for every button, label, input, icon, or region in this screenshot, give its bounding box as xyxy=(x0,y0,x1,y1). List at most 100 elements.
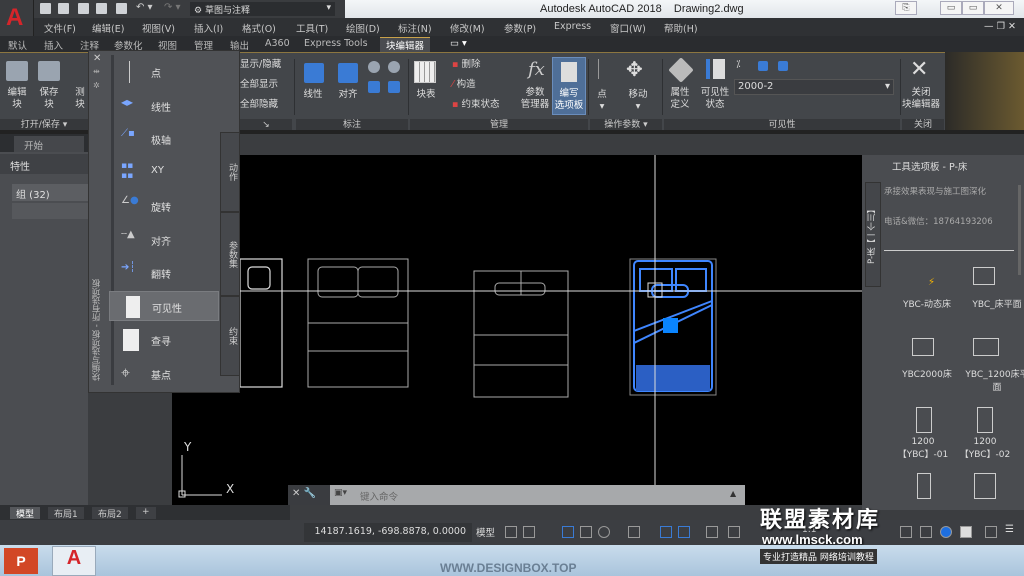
tab-layout2[interactable]: 布局2 xyxy=(92,507,128,520)
tool-1200-ybc-01[interactable]: 1200 【YBC】-01 xyxy=(888,437,958,460)
tab-layout1[interactable]: 布局1 xyxy=(48,507,84,520)
menu-edit[interactable]: 编辑(E) xyxy=(92,21,124,35)
clean-screen-icon[interactable] xyxy=(960,526,972,538)
visibility-mode-icon[interactable]: ⁒ xyxy=(736,59,741,70)
linear-button[interactable]: 线性 xyxy=(298,89,328,101)
command-line[interactable]: ▣▾ 键入命令 ▲ xyxy=(330,485,745,505)
menu-draw[interactable]: 绘图(D) xyxy=(346,21,380,35)
object-snap-tracking-icon[interactable] xyxy=(660,526,672,538)
object-snap-icon[interactable] xyxy=(678,526,690,538)
model-space-button[interactable]: 模型 xyxy=(476,525,495,539)
document-window-controls[interactable]: — ❐ ✕ xyxy=(984,21,1016,32)
lineweight-icon[interactable] xyxy=(706,526,718,538)
convert-icon[interactable] xyxy=(388,81,400,93)
command-input-placeholder[interactable]: 键入命令 xyxy=(360,489,398,503)
powerpoint-taskbar-icon[interactable]: P xyxy=(4,548,38,574)
tab-insert[interactable]: 插入 xyxy=(44,38,63,52)
constraint-status-button[interactable]: ▪ 约束状态 xyxy=(452,99,500,111)
block-table-button[interactable]: 块表 xyxy=(412,89,440,101)
print-icon[interactable] xyxy=(116,3,127,14)
maximize-button[interactable]: ▭ xyxy=(962,1,984,15)
visibility-states-button[interactable]: 可见性 状态 xyxy=(698,87,732,111)
tool-ybc-dynamic-bed[interactable]: YBC-动态床 xyxy=(892,297,962,310)
tool-ybc-1200-bed-plan[interactable]: YBC_1200床平面 xyxy=(962,367,1024,393)
menu-help[interactable]: 帮助(H) xyxy=(664,21,698,35)
palette-item-linear[interactable]: ◂▸ 线性 xyxy=(109,91,219,121)
diameter-icon[interactable] xyxy=(388,61,400,73)
palette-tab-constraints[interactable]: 约束 xyxy=(220,296,240,376)
tab-default[interactable]: 默认 xyxy=(8,38,27,52)
palette-item-visibility[interactable]: 可见性 xyxy=(109,291,219,321)
authoring-palettes-button[interactable]: 编写 选项板 xyxy=(552,57,586,115)
open-icon[interactable] xyxy=(58,3,69,14)
show-hide-button[interactable]: 显示/隐藏 xyxy=(240,59,281,71)
hardware-acceleration-icon[interactable] xyxy=(940,526,952,538)
tool-palette-scrollbar[interactable] xyxy=(1018,185,1021,275)
lock-ui-icon[interactable] xyxy=(900,526,912,538)
construction-button[interactable]: ⁄ 构造 xyxy=(452,79,476,91)
menu-file[interactable]: 文件(F) xyxy=(44,21,76,35)
test-block-button[interactable]: 测 块 xyxy=(72,87,88,111)
hide-all-button[interactable]: 全部隐藏 xyxy=(240,99,278,111)
tab-model[interactable]: 模型 xyxy=(10,507,41,520)
move-button[interactable]: 移动 ▾ xyxy=(624,89,652,113)
transparency-icon[interactable] xyxy=(728,526,740,538)
isolate-objects-icon[interactable] xyxy=(920,526,932,538)
palette-item-lookup[interactable]: 查寻 xyxy=(109,325,219,355)
attribute-definition-button[interactable]: 属性 定义 xyxy=(666,87,694,111)
delete-button[interactable]: ▪ 删除 xyxy=(452,59,481,71)
menu-insert[interactable]: 插入(I) xyxy=(194,21,223,35)
aligned-button[interactable]: 对齐 xyxy=(334,89,362,101)
palette-tab-actions[interactable]: 动作 xyxy=(220,132,240,212)
coordinates-readout[interactable]: 14187.1619, -698.8878, 0.0000 xyxy=(304,523,472,542)
command-prompt-icon[interactable]: ▣▾ xyxy=(334,488,347,498)
tool-ybc2000-bed[interactable]: YBC2000床 xyxy=(892,367,962,380)
tool-ybc-bed-plan[interactable]: YBC_床平面 xyxy=(962,297,1024,310)
palette-item-alignment[interactable]: ┄▲ 对齐 xyxy=(109,225,219,255)
palette-item-xy[interactable]: ▪▪ ▪▪ XY xyxy=(109,157,219,187)
fullscreen-icon[interactable] xyxy=(985,526,997,538)
menu-express[interactable]: Express xyxy=(554,21,591,32)
tab-start[interactable]: 开始 xyxy=(14,136,84,152)
tab-block-editor[interactable]: 块编辑器 xyxy=(380,37,431,52)
palette-properties-icon[interactable]: ✲ xyxy=(93,81,100,90)
ribbon-options-icon[interactable]: ▭ ▾ xyxy=(450,38,467,49)
palette-close-icon[interactable]: ✕ xyxy=(93,53,101,64)
parameters-manager-button[interactable]: 参数 管理器 xyxy=(516,87,554,111)
new-icon[interactable] xyxy=(40,3,51,14)
tab-a360[interactable]: A360 xyxy=(265,38,290,49)
signin-icon[interactable]: ⎘ xyxy=(895,1,917,15)
menu-view[interactable]: 视图(V) xyxy=(142,21,175,35)
show-all-button[interactable]: 全部显示 xyxy=(240,79,278,91)
redo-icon[interactable]: ↷ ▾ xyxy=(164,2,181,13)
close-block-editor-button[interactable]: 关闭 块编辑器 xyxy=(900,87,942,111)
autocad-taskbar-icon[interactable]: A xyxy=(52,546,96,576)
point-button[interactable]: 点 ▾ xyxy=(594,89,610,113)
palette-item-flip[interactable]: ➔┆ 翻转 xyxy=(109,258,219,288)
make-visible-icon[interactable] xyxy=(758,61,768,71)
save-icon[interactable] xyxy=(78,3,89,14)
make-invisible-icon[interactable] xyxy=(778,61,788,71)
palette-item-polar[interactable]: ⟋▪ 极轴 xyxy=(109,124,219,154)
tab-express-tools[interactable]: Express Tools xyxy=(304,38,368,49)
palette-item-rotation[interactable]: ∠● 旋转 xyxy=(109,191,219,221)
menu-parametric[interactable]: 参数(P) xyxy=(504,21,536,35)
snap-icon[interactable] xyxy=(523,526,535,538)
ortho-icon[interactable] xyxy=(580,526,592,538)
tool-1200-ybc-02[interactable]: 1200 【YBC】-02 xyxy=(950,437,1020,460)
palette-item-basepoint[interactable]: ⌖ 基点 xyxy=(109,359,219,389)
angular-icon[interactable] xyxy=(368,81,380,93)
menu-dimension[interactable]: 标注(N) xyxy=(398,21,432,35)
menu-modify[interactable]: 修改(M) xyxy=(450,21,485,35)
save-block-button[interactable]: 保存 块 xyxy=(36,87,62,111)
radial-icon[interactable] xyxy=(368,61,380,73)
menu-tools[interactable]: 工具(T) xyxy=(296,21,328,35)
infer-constraints-icon[interactable] xyxy=(562,526,574,538)
menu-window[interactable]: 窗口(W) xyxy=(610,21,646,35)
selection-dropdown[interactable]: 组 (32) xyxy=(12,184,88,201)
menu-format[interactable]: 格式(O) xyxy=(242,21,276,35)
isodraft-icon[interactable] xyxy=(628,526,640,538)
visibility-state-dropdown[interactable]: 2000-2 ▾ xyxy=(734,79,894,95)
palette-tab-parameter-sets[interactable]: 参数集 xyxy=(220,212,240,296)
workspace-dropdown[interactable]: ⚙ 草图与注释 ▾ xyxy=(190,2,335,16)
